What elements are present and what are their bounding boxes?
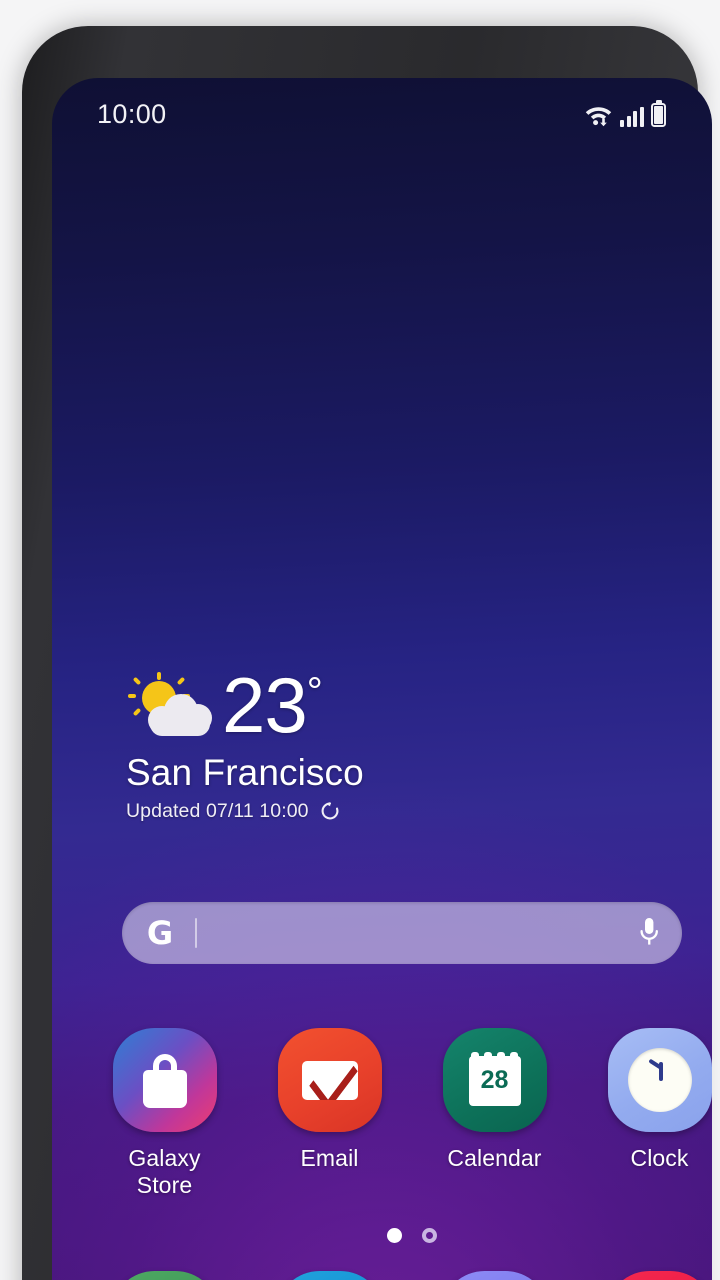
analog-clock-icon (607, 1028, 712, 1132)
phone-handset-icon (112, 1271, 217, 1280)
microphone-icon[interactable] (638, 916, 660, 950)
weather-main-row: 23° (126, 661, 556, 749)
page-dot-active[interactable] (387, 1228, 402, 1243)
status-bar-clock: 10:00 (97, 98, 167, 129)
dock-item-messages[interactable] (247, 1271, 412, 1280)
google-g-icon: G (146, 914, 174, 952)
weather-city: San Francisco (126, 751, 364, 793)
shopping-bag-icon (112, 1028, 217, 1132)
calendar-day-number: 28 (480, 1066, 509, 1094)
app-label: Galaxy Store (128, 1145, 201, 1199)
envelope-icon (277, 1028, 382, 1132)
weather-widget[interactable]: 23° San Francisco Updated 07/11 10:00 (126, 661, 556, 823)
weather-temperature: 23° (222, 661, 323, 749)
wifi-icon (584, 102, 613, 127)
dock-item-camera[interactable] (577, 1271, 712, 1280)
signal-icon (620, 105, 644, 127)
weather-updated-row: Updated 07/11 10:00 (126, 800, 556, 823)
browser-icon (442, 1271, 547, 1280)
app-label: Calendar (447, 1145, 542, 1171)
status-bar-icons (584, 100, 666, 127)
page-dot-inactive[interactable] (422, 1228, 437, 1243)
google-search-bar[interactable]: G (122, 902, 682, 964)
camera-icon (607, 1271, 712, 1280)
phone-device-frame: 10:00 23° San Francisco Updated 07/11 10… (22, 26, 712, 1280)
search-input[interactable] (197, 902, 632, 964)
dock-item-phone[interactable] (82, 1271, 247, 1280)
page-root: 10:00 23° San Francisco Updated 07/11 10… (0, 0, 720, 1280)
refresh-icon[interactable] (320, 801, 340, 821)
dock (82, 1271, 712, 1280)
weather-updated-label: Updated 07/11 10:00 (126, 799, 309, 822)
app-grid: Galaxy Store Email 28 Calendar Clock (82, 1028, 712, 1199)
calendar-icon: 28 (442, 1028, 547, 1132)
phone-screen: 10:00 23° San Francisco Updated 07/11 10… (52, 78, 712, 1280)
app-galaxy-store[interactable]: Galaxy Store (82, 1028, 247, 1199)
dock-item-internet[interactable] (412, 1271, 577, 1280)
battery-icon (651, 100, 666, 127)
page-indicator (52, 1228, 712, 1243)
status-bar: 10:00 (52, 78, 712, 150)
speech-bubble-icon (277, 1271, 382, 1280)
app-clock[interactable]: Clock (577, 1028, 712, 1199)
app-email[interactable]: Email (247, 1028, 412, 1199)
sun-behind-cloud-icon (126, 671, 218, 740)
app-label: Clock (630, 1145, 689, 1171)
app-label: Email (300, 1145, 359, 1171)
app-calendar[interactable]: 28 Calendar (412, 1028, 577, 1199)
